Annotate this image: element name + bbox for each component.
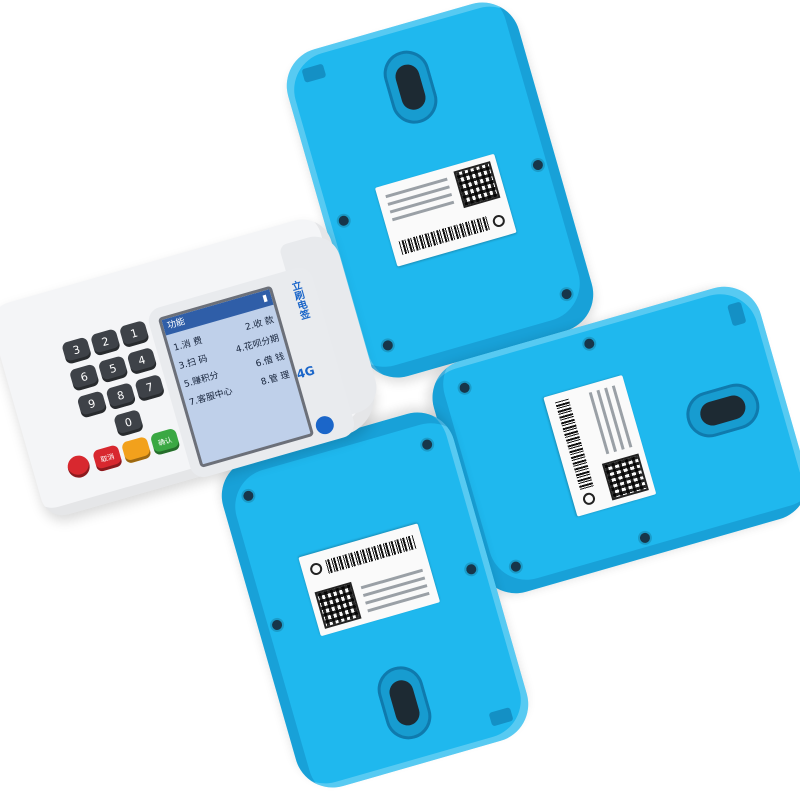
recycle-icon [581,491,597,507]
recycle-icon [308,561,324,577]
screw [638,531,652,545]
screw [531,158,545,172]
product-label [543,374,657,517]
screw [458,381,471,394]
screw [337,214,350,227]
screw [465,563,478,576]
screw [560,287,573,301]
screw [421,438,434,451]
key-3[interactable]: 3 [61,336,93,365]
key-5[interactable]: 5 [97,355,129,384]
product-label [374,153,517,267]
screw [509,560,523,573]
barcode [398,216,491,255]
screw [270,618,284,632]
qr-code [314,581,362,629]
key-1[interactable]: 1 [118,319,150,349]
qr-code [601,453,649,501]
back-clip [488,707,514,727]
cancel-button[interactable]: 取消 [92,444,124,473]
key-0[interactable]: 0 [113,409,145,438]
power-button[interactable] [65,453,93,481]
recycle-icon [491,213,507,229]
key-9[interactable]: 9 [76,390,108,419]
battery-icon: ▮ [261,293,269,305]
product-label [298,523,441,637]
barcode [555,398,594,491]
screw [381,339,394,352]
clear-button[interactable] [120,435,152,465]
keypad: 1 4 7 2 5 8 0 3 6 9 确认 取消 [30,319,181,481]
key-4[interactable]: 4 [126,346,158,376]
key-7[interactable]: 7 [134,373,166,403]
screw [583,337,596,350]
key-8[interactable]: 8 [105,382,137,411]
key-2[interactable]: 2 [89,328,122,357]
confirm-button[interactable]: 确认 [149,427,181,456]
network-badge: 4G [294,363,317,382]
back-clip [727,301,747,327]
card-slot [372,660,437,745]
brand-logo-icon [313,414,336,437]
qr-code [453,161,501,209]
card-slot [378,45,443,130]
card-slot [680,378,765,443]
key-6[interactable]: 6 [68,363,100,392]
back-clip [301,63,327,83]
